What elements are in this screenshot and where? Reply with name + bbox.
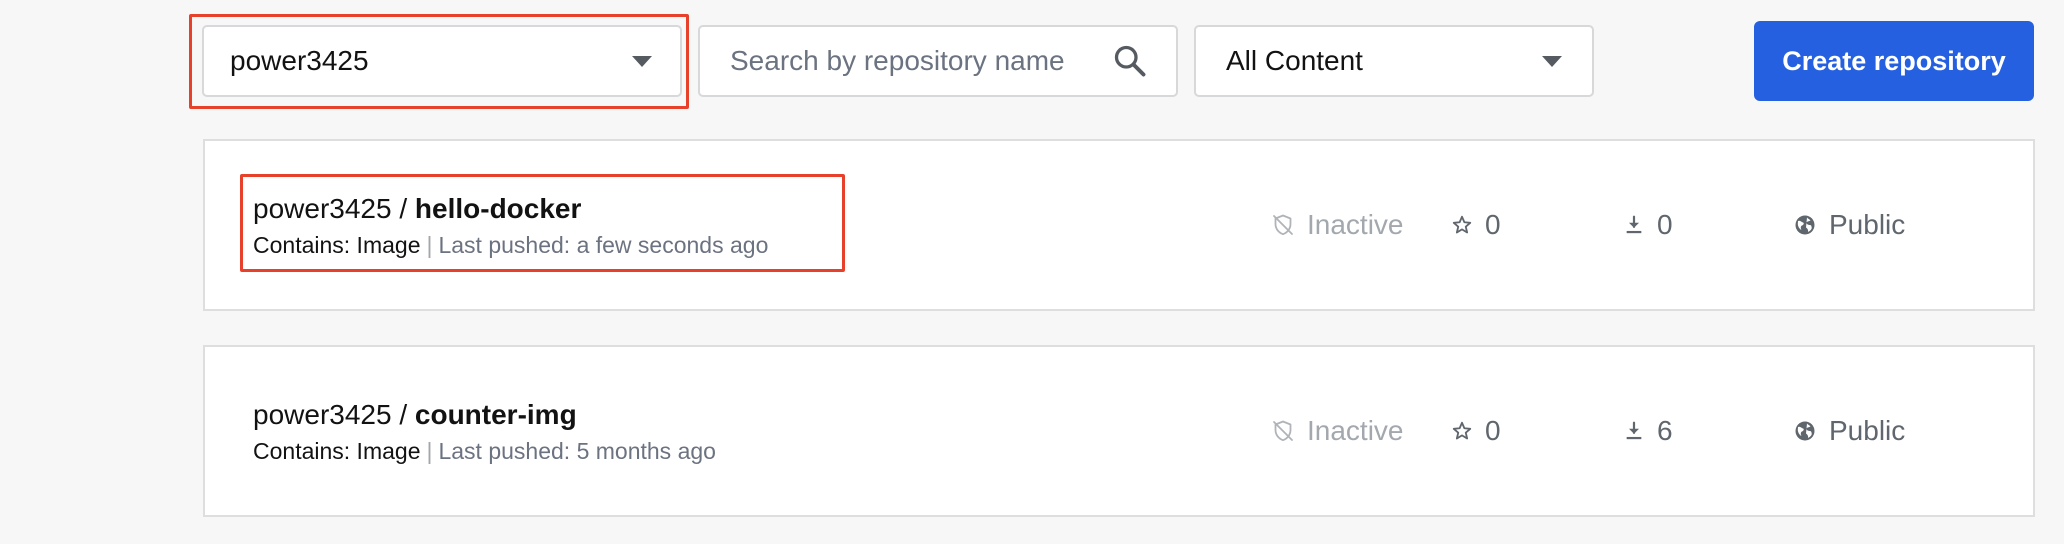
globe-icon xyxy=(1793,213,1829,237)
repository-meta: Contains: Image | Last pushed: 5 months ag… xyxy=(253,435,716,467)
repository-stars: 0 xyxy=(1451,141,1501,309)
repository-status: Inactive xyxy=(1271,141,1404,309)
repository-pulls: 0 xyxy=(1623,141,1673,309)
repository-contains: Contains: Image xyxy=(253,438,421,464)
repository-name[interactable]: hello-docker xyxy=(415,193,581,224)
content-filter-select[interactable]: All Content xyxy=(1194,25,1594,97)
stars-count: 0 xyxy=(1485,209,1501,240)
download-icon xyxy=(1623,420,1657,442)
chevron-down-icon xyxy=(1542,55,1562,67)
star-icon xyxy=(1451,214,1485,236)
create-repository-button[interactable]: Create repository xyxy=(1754,21,2034,101)
stars-count: 0 xyxy=(1485,415,1501,446)
meta-divider: | xyxy=(426,232,433,258)
chevron-down-icon xyxy=(632,55,652,67)
content-filter-value: All Content xyxy=(1226,45,1363,76)
pulls-count: 0 xyxy=(1657,209,1673,240)
repository-pulls: 6 xyxy=(1623,347,1673,515)
inactive-shield-icon xyxy=(1271,419,1307,443)
repository-visibility: Public xyxy=(1793,347,1905,515)
search-input[interactable]: Search by repository name xyxy=(730,45,1112,77)
namespace-select[interactable]: power3425 xyxy=(202,25,682,97)
download-icon xyxy=(1623,214,1657,236)
pulls-count: 6 xyxy=(1657,415,1673,446)
repository-last-pushed: Last pushed: 5 months ago xyxy=(438,438,716,464)
status-label: Inactive xyxy=(1307,209,1404,240)
repository-card[interactable]: power3425 / counter-img Contains: Image |… xyxy=(203,345,2035,517)
meta-divider: | xyxy=(426,438,433,464)
namespace-select-value: power3425 xyxy=(230,45,369,76)
repository-namespace: power3425 xyxy=(253,193,392,224)
repository-meta: Contains: Image | Last pushed: a few secon… xyxy=(253,229,768,261)
repository-info[interactable]: power3425 / hello-docker Contains: Image… xyxy=(253,191,768,261)
repository-name[interactable]: counter-img xyxy=(415,399,577,430)
repository-contains: Contains: Image xyxy=(253,232,421,258)
repository-card[interactable]: power3425 / hello-docker Contains: Image… xyxy=(203,139,2035,311)
globe-icon xyxy=(1793,419,1829,443)
visibility-label: Public xyxy=(1829,209,1906,240)
repository-title-separator: / xyxy=(391,193,415,224)
repository-info[interactable]: power3425 / counter-img Contains: Image |… xyxy=(253,397,716,467)
repository-namespace: power3425 xyxy=(253,399,392,430)
visibility-label: Public xyxy=(1829,415,1906,446)
repositories-page: power3425 Search by repository name All … xyxy=(0,0,2064,544)
repository-stars: 0 xyxy=(1451,347,1501,515)
repository-visibility: Public xyxy=(1793,141,1905,309)
repository-title-separator: / xyxy=(391,399,415,430)
repository-status: Inactive xyxy=(1271,347,1404,515)
search-icon[interactable] xyxy=(1112,43,1148,79)
repository-title[interactable]: power3425 / hello-docker xyxy=(253,191,768,227)
star-icon xyxy=(1451,420,1485,442)
status-label: Inactive xyxy=(1307,415,1404,446)
repository-last-pushed: Last pushed: a few seconds ago xyxy=(438,232,769,258)
repository-search[interactable]: Search by repository name xyxy=(698,25,1178,97)
inactive-shield-icon xyxy=(1271,213,1307,237)
repository-title[interactable]: power3425 / counter-img xyxy=(253,397,716,433)
